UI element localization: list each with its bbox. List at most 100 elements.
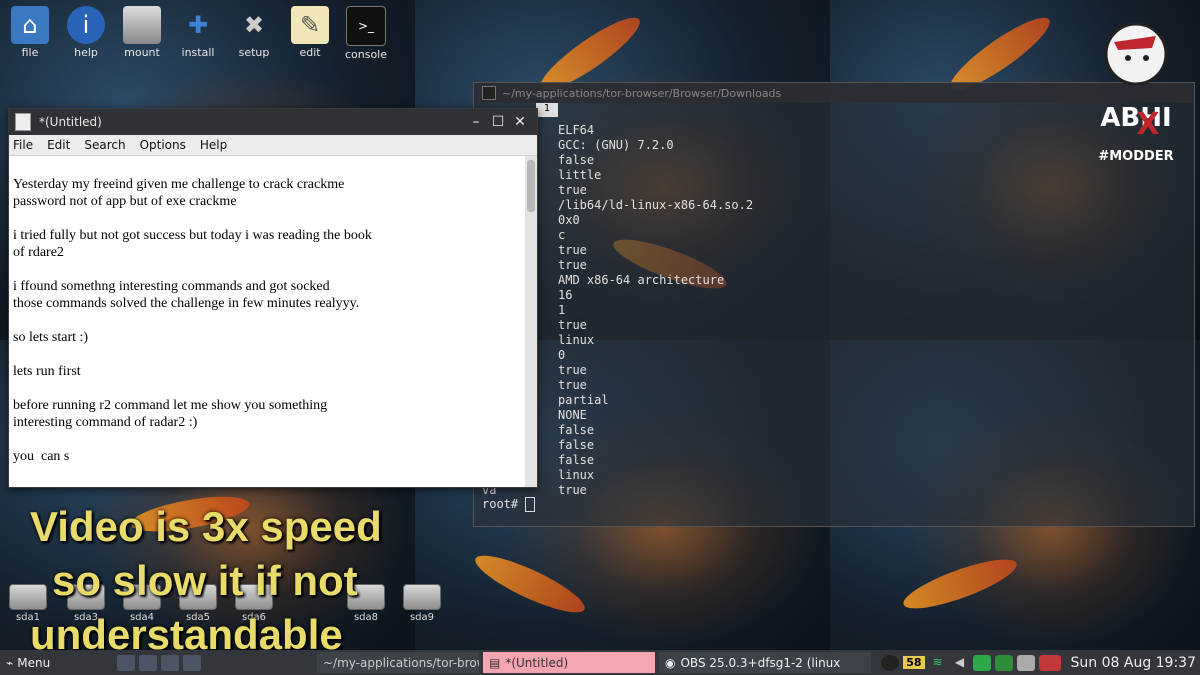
globe-icon[interactable]: [117, 654, 135, 671]
text-editor-window[interactable]: *(Untitled) – ☐ ✕ File Edit Search Optio…: [8, 108, 538, 488]
wifi-icon[interactable]: ≋: [929, 655, 947, 671]
terminal-value: /lib64/ld-linux-x86-64.so.2: [558, 198, 754, 212]
tools-icon: ✖: [243, 11, 265, 39]
terminal-value: 16: [558, 288, 573, 302]
desktop-icon-label: edit: [299, 46, 321, 59]
terminal-value: NONE: [558, 408, 587, 422]
obs-tray-icon[interactable]: [881, 654, 900, 671]
scrollbar-thumb[interactable]: [527, 160, 535, 212]
document-icon: ▤: [489, 655, 501, 670]
terminal-value: 1: [558, 303, 566, 317]
desktop-icon-label: install: [181, 46, 215, 59]
terminal-value: true: [558, 258, 587, 272]
drive-sda9[interactable]: sda9: [400, 584, 444, 623]
close-button[interactable]: ✕: [509, 114, 531, 130]
terminal-value: GCC: (GNU) 7.2.0: [558, 138, 674, 152]
obs-icon: ◉: [665, 655, 676, 670]
edit-icon: ✎: [291, 6, 329, 44]
terminal-prompt[interactable]: root#: [482, 497, 536, 512]
desktop-icon-help[interactable]: i help: [58, 6, 114, 59]
home-icon: ⌂: [11, 6, 49, 44]
menu-help[interactable]: Help: [200, 138, 227, 152]
editor-title: *(Untitled): [39, 115, 102, 129]
menu-options[interactable]: Options: [140, 138, 186, 152]
desktop-icon-install[interactable]: ✚ install: [170, 6, 226, 59]
terminal-tab[interactable]: 1: [536, 103, 558, 117]
terminal-value: ELF64: [558, 123, 595, 137]
shield-icon[interactable]: [994, 654, 1013, 671]
menu-edit[interactable]: Edit: [47, 138, 70, 152]
terminal-value: true: [558, 183, 587, 197]
menu-file[interactable]: File: [13, 138, 33, 152]
text-paragraph: before running r2 command let me show yo…: [13, 398, 328, 430]
text-paragraph: i ffound somethng interesting commands a…: [13, 279, 360, 311]
task-obs[interactable]: ◉ OBS 25.0.3+dfsg1-2 (linux: [659, 652, 871, 673]
terminal-window[interactable]: ~/my-applications/tor-browser/Browser/Do…: [473, 82, 1195, 527]
terminal-icon[interactable]: [139, 654, 157, 671]
text-paragraph: you can s: [13, 449, 70, 464]
desktop-icon-file[interactable]: ⌂ file: [2, 6, 58, 59]
svg-text:X: X: [1136, 107, 1159, 142]
text-paragraph: Yesterday my freeind given me challenge …: [13, 177, 345, 209]
desktop-icon-label: help: [74, 46, 98, 59]
taskbar: ⌁ Menu ~/my-applications/tor-brow ▤ *(Un…: [0, 650, 1200, 675]
info-icon: i: [67, 6, 105, 44]
terminal-value: false: [558, 153, 595, 167]
terminal-icon: >_: [346, 6, 386, 46]
task-editor[interactable]: ▤ *(Untitled): [483, 652, 655, 673]
text-paragraph: i tried fully but not got success but to…: [13, 228, 372, 260]
quick-launch: [117, 654, 317, 671]
terminal-value: false: [558, 438, 595, 452]
terminal-value: little: [558, 168, 602, 182]
text-paragraph: lets run first: [13, 364, 81, 379]
task-label: OBS 25.0.3+dfsg1-2 (linux: [680, 655, 841, 670]
menu-icon: ⌁: [6, 655, 14, 670]
start-menu-button[interactable]: ⌁ Menu: [0, 656, 117, 670]
terminal-value: 0: [558, 348, 566, 362]
volume-icon[interactable]: ◀: [951, 655, 969, 671]
clipboard-icon[interactable]: [1016, 654, 1035, 671]
terminal-icon: [482, 86, 496, 100]
desktop-icon-label: console: [344, 48, 388, 61]
terminal-tabs: 1: [474, 103, 1194, 117]
start-menu-label: Menu: [17, 655, 51, 670]
caption-line: Video is 3x speed: [30, 503, 382, 550]
desktop-icon-label: file: [21, 46, 39, 59]
drive-label: sda9: [409, 612, 435, 623]
terminal-titlebar[interactable]: ~/my-applications/tor-browser/Browser/Do…: [474, 83, 1194, 103]
desktop-icon-edit[interactable]: ✎ edit: [282, 6, 338, 59]
terminal-value: linux: [558, 468, 595, 482]
terminal-value: 0x0: [558, 213, 580, 227]
abhi-modder-logo: ABHI X #MODDER: [1098, 22, 1174, 164]
drive-icon: [123, 6, 161, 44]
maximize-button[interactable]: ☐: [487, 114, 509, 130]
menu-search[interactable]: Search: [84, 138, 125, 152]
desktop-icon-label: setup: [238, 46, 270, 59]
terminal-value: true: [558, 483, 587, 497]
terminal-value: partial: [558, 393, 609, 407]
system-tray: 58 ≋ ◀ Sun 08 Aug 19:37: [881, 654, 1200, 671]
desktop-icon-mount[interactable]: mount: [114, 6, 170, 59]
desktop-icon[interactable]: [183, 654, 201, 671]
svg-text:#MODDER: #MODDER: [1098, 149, 1173, 164]
terminal-value: AMD x86-64 architecture: [558, 273, 725, 287]
minimize-button[interactable]: –: [465, 114, 487, 130]
desktop-icon-setup[interactable]: ✖ setup: [226, 6, 282, 59]
editor-text-area[interactable]: Yesterday my freeind given me challenge …: [9, 156, 525, 487]
editor-scrollbar[interactable]: [525, 156, 537, 487]
desktop-icon-console[interactable]: >_ console: [338, 6, 394, 61]
battery-icon[interactable]: [972, 654, 991, 671]
clock[interactable]: Sun 08 Aug 19:37: [1071, 655, 1196, 671]
video-caption: Video is 3x speed so slow it if not unde…: [30, 500, 382, 662]
network-graph-icon[interactable]: [1038, 654, 1061, 671]
caption-line: so slow it if not: [52, 557, 358, 604]
terminal-title: ~/my-applications/tor-browser/Browser/Do…: [502, 86, 782, 100]
prompt-text: root#: [482, 497, 519, 511]
folder-icon[interactable]: [161, 654, 179, 671]
terminal-value: true: [558, 243, 587, 257]
desktop-icon-label: mount: [124, 46, 160, 59]
terminal-value: true: [558, 318, 587, 332]
editor-titlebar[interactable]: *(Untitled) – ☐ ✕: [9, 109, 537, 135]
task-terminal[interactable]: ~/my-applications/tor-brow: [317, 652, 479, 673]
editor-menubar: File Edit Search Options Help: [9, 135, 537, 156]
